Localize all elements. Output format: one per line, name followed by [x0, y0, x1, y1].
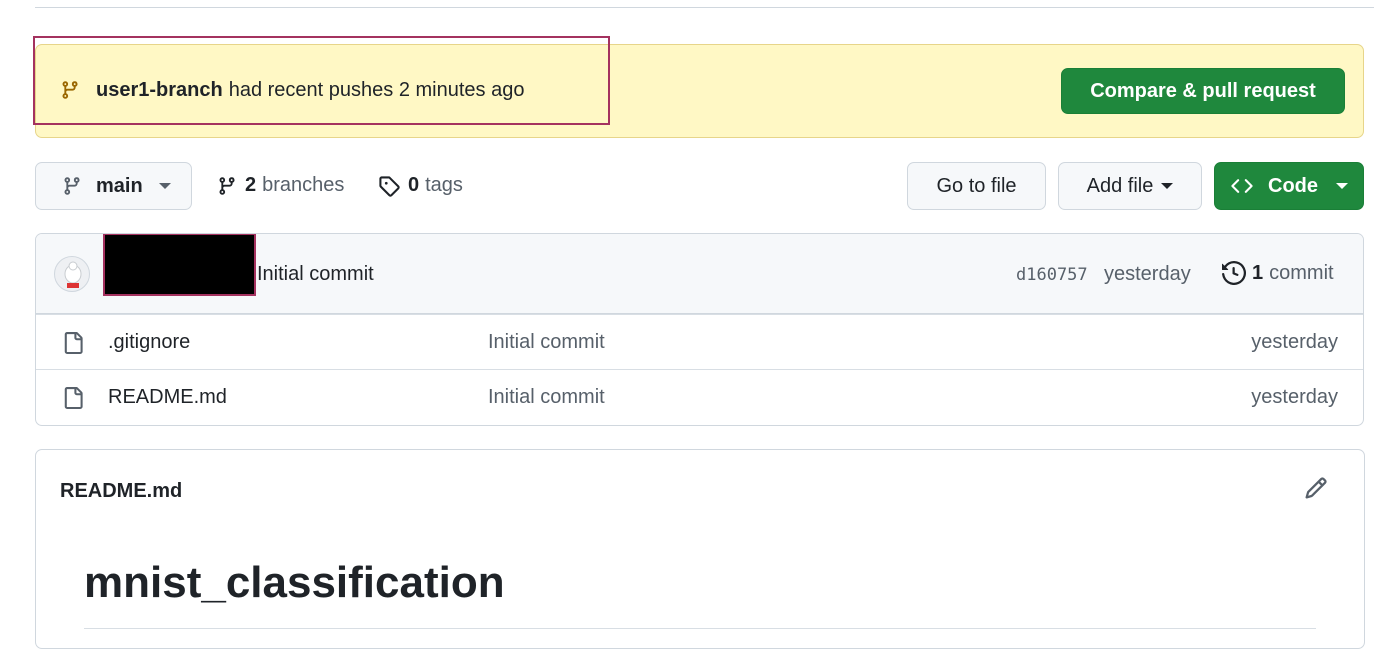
recent-pushes-text: user1-branch had recent pushes 2 minutes… — [60, 78, 524, 102]
readme-heading: mnist_classification — [84, 558, 505, 607]
readme-file-name[interactable]: README.md — [60, 480, 182, 503]
file-name[interactable]: .gitignore — [108, 331, 190, 354]
go-to-file-label: Go to file — [936, 174, 1017, 197]
go-to-file-button[interactable]: Go to file — [907, 162, 1046, 210]
git-branch-icon — [219, 176, 235, 195]
commit-count-label: commit — [1269, 261, 1334, 284]
branches-count: 2 — [245, 174, 257, 196]
add-file-button[interactable]: Add file — [1058, 162, 1202, 210]
file-commit-time: yesterday — [1251, 385, 1338, 408]
chevron-down-icon — [1161, 183, 1174, 189]
code-icon — [1231, 179, 1253, 193]
pencil-icon[interactable] — [1304, 476, 1328, 500]
readme-panel: README.md mnist_classification — [35, 449, 1365, 649]
file-list: Initial commit d160757 yesterday 1 commi… — [35, 233, 1364, 426]
commit-time: yesterday — [1104, 263, 1191, 285]
file-row[interactable]: .gitignore Initial commit yesterday — [36, 314, 1363, 369]
commit-count: 1 — [1252, 261, 1264, 284]
heading-divider — [84, 628, 1316, 629]
tags-count: 0 — [408, 174, 420, 196]
banner-branch-name[interactable]: user1-branch — [96, 79, 223, 102]
tags-link[interactable]: 0 tags — [378, 174, 463, 197]
commit-history-link[interactable]: 1 commit — [1222, 261, 1334, 285]
avatar[interactable] — [54, 256, 90, 292]
branches-link[interactable]: 2 branches — [217, 174, 344, 197]
file-icon — [64, 387, 83, 409]
robot-avatar-icon — [64, 261, 82, 288]
add-file-label: Add file — [1086, 174, 1154, 197]
compare-pull-request-button[interactable]: Compare & pull request — [1061, 68, 1345, 114]
file-name[interactable]: README.md — [108, 386, 227, 409]
file-icon — [64, 332, 83, 354]
git-branch-icon — [64, 177, 80, 195]
latest-commit-message[interactable]: Initial commit — [257, 263, 374, 286]
chevron-down-icon — [1336, 183, 1348, 189]
branches-label: branches — [262, 174, 345, 196]
tags-label: tags — [425, 174, 463, 196]
tag-icon — [379, 175, 400, 197]
file-commit-message[interactable]: Initial commit — [488, 386, 605, 409]
file-commit-message[interactable]: Initial commit — [488, 331, 605, 354]
latest-commit-bar: Initial commit d160757 yesterday 1 commi… — [36, 234, 1363, 314]
code-button[interactable]: Code — [1214, 162, 1364, 210]
commit-sha[interactable]: d160757 — [1016, 265, 1088, 285]
banner-message: had recent pushes 2 minutes ago — [228, 78, 525, 101]
top-divider — [35, 7, 1374, 8]
file-row[interactable]: README.md Initial commit yesterday — [36, 369, 1363, 424]
history-icon — [1222, 261, 1246, 285]
branch-selector-button[interactable]: main — [35, 162, 192, 210]
current-branch-label: main — [96, 174, 143, 197]
git-branch-icon — [62, 81, 78, 99]
redacted-author-name — [103, 234, 256, 296]
file-commit-time: yesterday — [1251, 330, 1338, 353]
code-label: Code — [1268, 174, 1318, 197]
chevron-down-icon — [158, 183, 171, 189]
